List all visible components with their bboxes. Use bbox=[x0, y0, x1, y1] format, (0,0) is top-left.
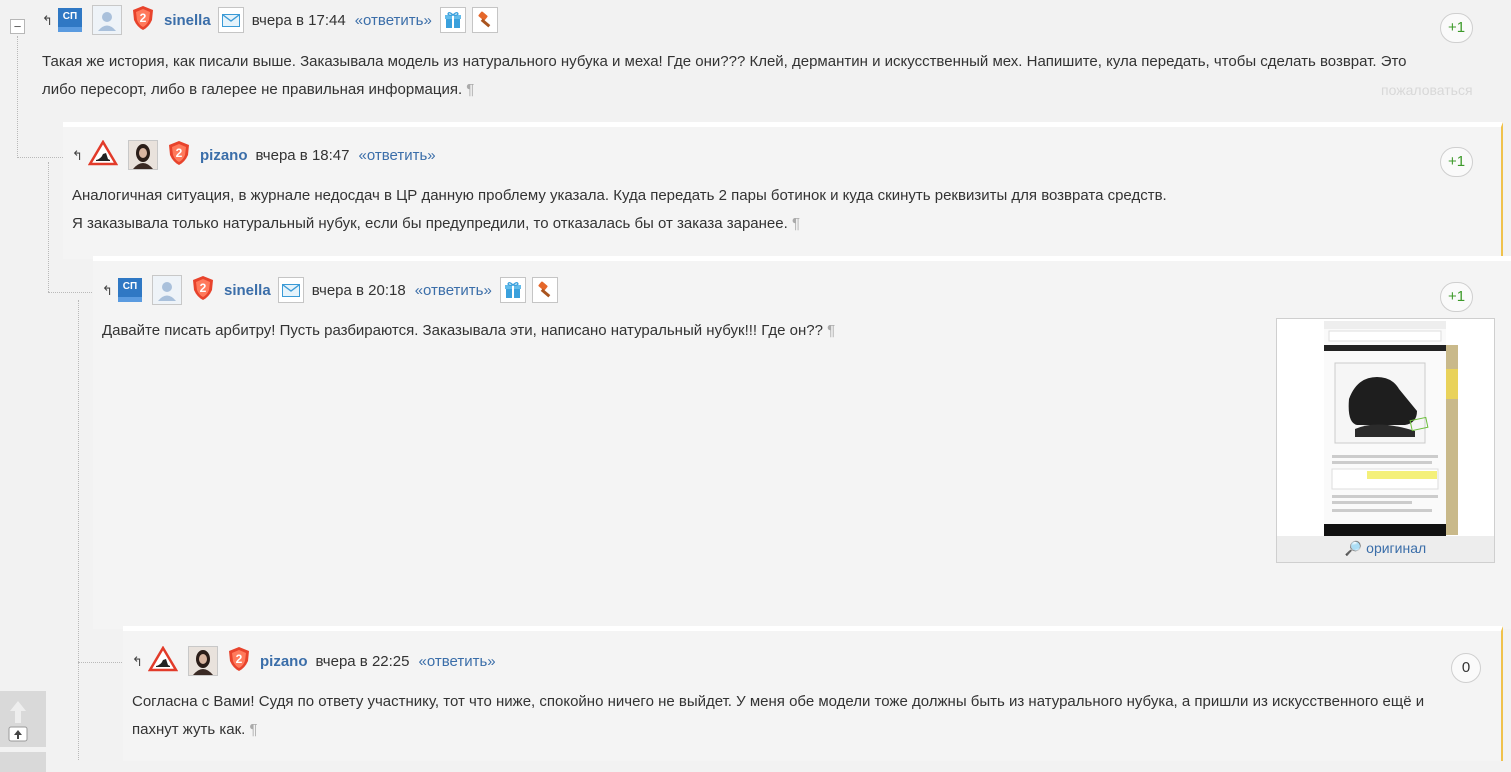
org-badge: СП bbox=[118, 278, 142, 302]
rank-shield-icon: 2 bbox=[191, 275, 215, 305]
comment-line: Давайте писать арбитру! Пусть разбираютс… bbox=[102, 322, 836, 339]
avatar[interactable] bbox=[152, 275, 182, 305]
vote-button[interactable]: +1 bbox=[1440, 13, 1474, 43]
scroll-panel bbox=[0, 752, 46, 772]
pilcrow-link[interactable]: ¶ bbox=[792, 215, 800, 232]
comment-line: Я заказывала только натуральный нубук, е… bbox=[72, 215, 800, 232]
rank-shield-icon: 2 bbox=[167, 140, 191, 170]
mail-icon[interactable] bbox=[217, 7, 244, 33]
timestamp: вчера в 22:25 bbox=[315, 652, 410, 670]
comment-header: ↰ СП 2 sinella вчера в 20:18 «ответить» bbox=[102, 275, 558, 305]
author-name[interactable]: sinella bbox=[164, 12, 211, 29]
comment-text: Давайте писать арбитру! Пусть разбираютс… bbox=[102, 317, 1262, 345]
original-image-link[interactable]: 🔎 оригинал bbox=[1277, 536, 1494, 562]
collapse-toggle[interactable]: − bbox=[10, 19, 25, 34]
comment-header: ↰ 2 pizano вчера в 22:25 «ответить» bbox=[132, 645, 496, 676]
svg-text:2: 2 bbox=[200, 281, 207, 295]
comment-line: Согласна с Вами! Судя по ответу участник… bbox=[132, 693, 1425, 710]
vote-button[interactable]: +1 bbox=[1440, 147, 1474, 177]
shoe-warning-icon bbox=[87, 139, 119, 170]
reply-arrow-icon[interactable]: ↰ bbox=[132, 655, 146, 668]
avatar[interactable] bbox=[128, 140, 158, 170]
author-name[interactable]: sinella bbox=[224, 282, 271, 299]
rank-shield-icon: 2 bbox=[227, 646, 251, 676]
comment-header: ↰ 2 pizano вчера в 18:47 «ответить» bbox=[72, 139, 436, 170]
pilcrow-link[interactable]: ¶ bbox=[466, 81, 474, 98]
default-user-icon bbox=[98, 12, 116, 31]
user-photo-icon bbox=[189, 647, 217, 675]
comment-header: ↰ СП 2 sinella вчера в 17:44 «ответить» bbox=[42, 5, 498, 35]
svg-text:2: 2 bbox=[140, 11, 147, 25]
svg-text:2: 2 bbox=[236, 652, 243, 666]
reply-link[interactable]: «ответить» bbox=[358, 147, 435, 164]
avatar[interactable] bbox=[188, 646, 218, 676]
org-badge: СП bbox=[58, 8, 82, 32]
reply-arrow-icon[interactable]: ↰ bbox=[102, 284, 116, 297]
comment-text: Аналогичная ситуация, в журнале недосдач… bbox=[72, 182, 1432, 238]
gift-icon[interactable] bbox=[439, 7, 466, 33]
mail-icon[interactable] bbox=[277, 277, 304, 303]
shoe-warning-icon bbox=[147, 645, 179, 676]
gavel-icon[interactable] bbox=[531, 277, 558, 303]
scroll-to-top-button[interactable] bbox=[0, 691, 46, 747]
complain-link[interactable]: пожаловаться bbox=[1381, 82, 1473, 98]
comment-line: либо пересорт, либо в галерее не правиль… bbox=[42, 81, 475, 98]
vote-button[interactable]: +1 bbox=[1440, 282, 1474, 312]
author-name[interactable]: pizano bbox=[260, 653, 308, 670]
comment-text: Согласна с Вами! Судя по ответу участник… bbox=[132, 688, 1502, 744]
screenshot-thumbnail bbox=[1324, 321, 1458, 536]
pilcrow-link[interactable]: ¶ bbox=[249, 721, 257, 738]
author-name[interactable]: pizano bbox=[200, 147, 248, 164]
comment-line: Аналогичная ситуация, в журнале недосдач… bbox=[72, 187, 1167, 204]
reply-arrow-icon[interactable]: ↰ bbox=[42, 14, 56, 27]
comment-line: пахнут жуть как. ¶ bbox=[132, 721, 258, 738]
timestamp: вчера в 17:44 bbox=[251, 11, 346, 29]
timestamp: вчера в 18:47 bbox=[255, 146, 350, 164]
arrow-up-icon bbox=[8, 701, 28, 742]
svg-text:2: 2 bbox=[176, 146, 183, 160]
gift-icon[interactable] bbox=[499, 277, 526, 303]
vote-button[interactable]: 0 bbox=[1451, 653, 1481, 683]
default-user-icon bbox=[158, 282, 176, 301]
comment-line: Такая же история, как писали выше. Заказ… bbox=[42, 53, 1407, 70]
gavel-icon[interactable] bbox=[471, 7, 498, 33]
avatar[interactable] bbox=[92, 5, 122, 35]
reply-link[interactable]: «ответить» bbox=[415, 282, 492, 299]
reply-arrow-icon[interactable]: ↰ bbox=[72, 149, 86, 162]
user-photo-icon bbox=[129, 141, 157, 169]
comment-text: Такая же история, как писали выше. Заказ… bbox=[42, 48, 1492, 104]
image-attachment[interactable]: 🔎 оригинал bbox=[1276, 318, 1495, 563]
rank-shield-icon: 2 bbox=[131, 5, 155, 35]
magnifier-icon: 🔎 bbox=[1344, 540, 1363, 556]
timestamp: вчера в 20:18 bbox=[311, 281, 406, 299]
reply-link[interactable]: «ответить» bbox=[355, 12, 432, 29]
reply-link[interactable]: «ответить» bbox=[418, 653, 495, 670]
pilcrow-link[interactable]: ¶ bbox=[827, 322, 835, 339]
